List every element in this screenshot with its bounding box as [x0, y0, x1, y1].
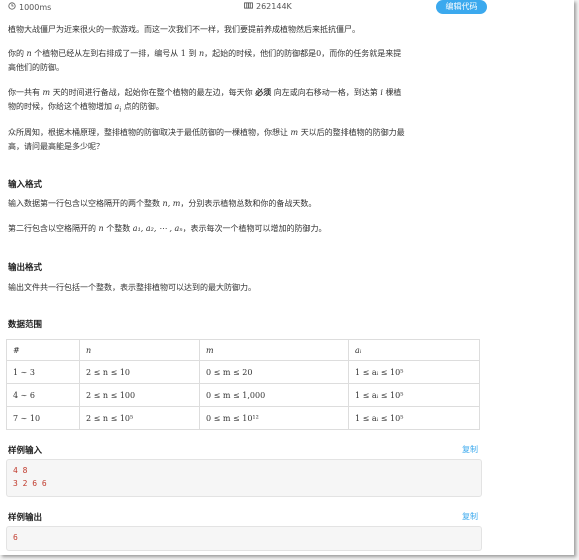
memory-icon [244, 2, 253, 11]
memory-limit: 262144K [244, 2, 292, 11]
table-row: 1 ∼ 3 2 ≤ n ≤ 10 0 ≤ m ≤ 20 1 ≤ aᵢ ≤ 10⁵ [6, 360, 480, 384]
problem-card: 1000ms 262144K 编辑代码 植物大战僵尸为近来很火的一款游戏。而这一… [0, 0, 574, 555]
table-header-cell: n [79, 339, 200, 361]
table-cell: 1 ≤ aᵢ ≤ 10⁵ [348, 406, 480, 430]
sample-input-line: 4 8 [13, 466, 28, 475]
time-limit: 1000ms [8, 2, 51, 12]
table-cell: 1 ∼ 3 [6, 360, 80, 384]
table-cell: 0 ≤ m ≤ 20 [199, 360, 349, 384]
sample-input-box[interactable]: 4 8 3 2 6 6 [6, 459, 482, 497]
output-format-title: 输出格式 [8, 263, 43, 273]
sample-output-box[interactable]: 6 [6, 526, 482, 551]
sample-output-title: 样例输出 [8, 513, 43, 523]
problem-header: 1000ms 262144K 编辑代码 [0, 0, 574, 16]
statement-paragraph-2: 你的 n 个植物已经从左到右排成了一排，编号从 1 到 n，起始的时候，他们的防… [8, 49, 402, 72]
statement-paragraph-1: 植物大战僵尸为近来很火的一款游戏。而这一次我们不一样，我们要提前养成植物然后来抵… [8, 25, 360, 34]
table-cell: 1 ≤ aᵢ ≤ 10⁵ [348, 383, 480, 407]
time-limit-value: 1000ms [19, 2, 52, 12]
memory-limit-value: 262144K [256, 2, 292, 11]
table-cell: 2 ≤ n ≤ 10⁵ [79, 406, 200, 430]
table-cell: 2 ≤ n ≤ 10 [79, 360, 200, 384]
table-cell: 1 ≤ aᵢ ≤ 10⁵ [348, 360, 480, 384]
sample-output-line: 6 [13, 533, 18, 542]
table-cell: 7 ∼ 10 [6, 406, 80, 430]
input-format-title: 输入格式 [8, 180, 43, 190]
sample-input-line: 3 2 6 6 [13, 479, 47, 488]
table-cell: 4 ∼ 6 [6, 383, 80, 407]
clock-icon [8, 2, 16, 12]
sample-input-title: 样例输入 [8, 446, 43, 456]
table-row: 4 ∼ 6 2 ≤ n ≤ 100 0 ≤ m ≤ 1,000 1 ≤ aᵢ ≤… [6, 383, 480, 407]
statement-paragraph-4: 众所周知，根据木桶原理，整排植物的防御取决于最低防御的一棵植物，你想让 m 天以… [8, 128, 405, 151]
table-cell: 2 ≤ n ≤ 100 [79, 383, 200, 407]
data-range-table: # n m aᵢ 1 ∼ 3 2 ≤ n ≤ 10 0 ≤ m ≤ 20 1 ≤… [6, 339, 480, 430]
table-header-cell: # [6, 339, 80, 361]
sample-input-header: 样例输入 复制 [8, 444, 478, 456]
input-format-line-2: 第二行包含以空格隔开的 n 个整数 a₁, a₂, ⋯ , aₙ，表示每次一个植… [8, 224, 327, 233]
output-format-line-1: 输出文件共一行包括一个整数，表示整排植物可以达到的最大防御力。 [8, 283, 256, 292]
table-header-cell: m [199, 339, 349, 361]
sample-output-copy-button[interactable]: 复制 [462, 511, 478, 522]
table-cell: 0 ≤ m ≤ 10¹² [199, 406, 349, 430]
table-header-cell: aᵢ [348, 339, 480, 361]
sample-input-copy-button[interactable]: 复制 [462, 444, 478, 455]
table-cell: 0 ≤ m ≤ 1,000 [199, 383, 349, 407]
table-header-row: # n m aᵢ [6, 339, 480, 361]
input-format-line-1: 输入数据第一行包含以空格隔开的两个整数 n, m，分别表示植物总数和你的备战天数… [8, 199, 317, 208]
table-row: 7 ∼ 10 2 ≤ n ≤ 10⁵ 0 ≤ m ≤ 10¹² 1 ≤ aᵢ ≤… [6, 406, 480, 430]
sample-output-header: 样例输出 复制 [8, 511, 478, 523]
statement-paragraph-3: 你一共有 m 天的时间进行备战，起始你在整个植物的最左边，每天你 必须 向左或向… [8, 88, 402, 114]
data-range-title: 数据范围 [8, 320, 43, 330]
edit-code-button[interactable]: 编辑代码 [436, 0, 487, 14]
